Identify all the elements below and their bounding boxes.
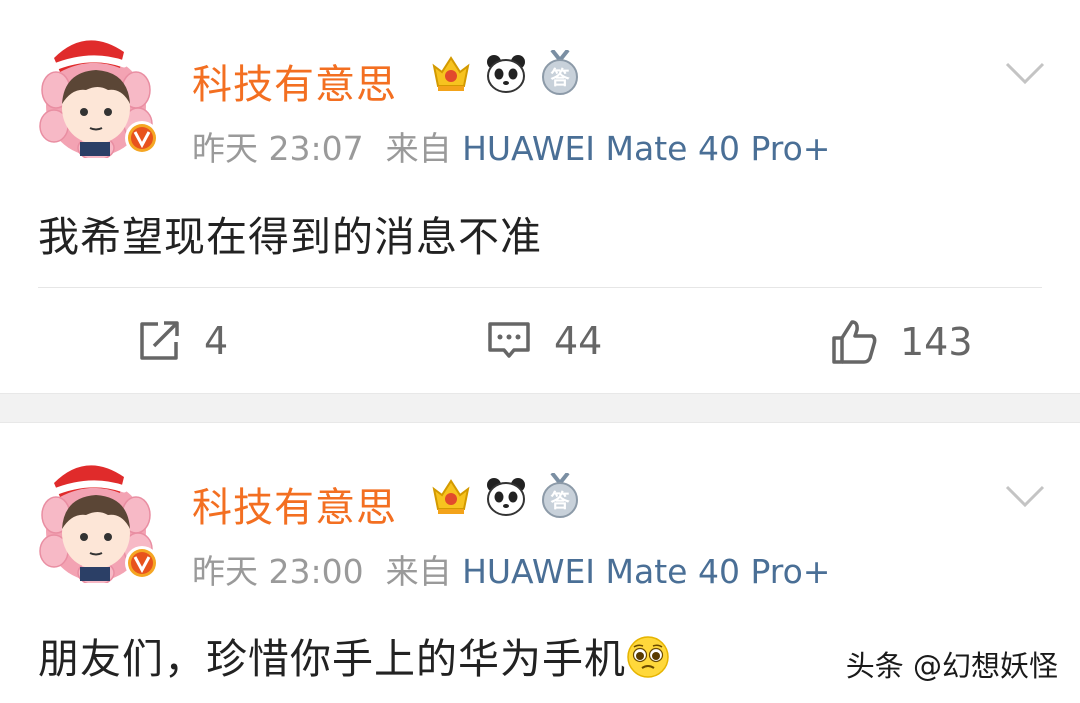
crown-badge-icon[interactable] (430, 52, 472, 94)
post-separator (0, 393, 1080, 423)
repost-count: 4 (204, 319, 229, 363)
repost-icon (140, 321, 179, 360)
thumbs-up-icon (832, 320, 877, 364)
pleading-face-emoji-icon (627, 636, 669, 678)
post-meta: 昨天 23:07 来自 HUAWEI Mate 40 Pro+ (192, 122, 830, 170)
user-badges: 答 (430, 50, 580, 96)
avatar[interactable] (36, 28, 162, 158)
post-actions: 4 44 143 (0, 318, 1080, 368)
from-label: 来自 (385, 552, 452, 591)
author-name[interactable]: 科技有意思 (192, 475, 397, 533)
comment-button[interactable]: 44 (486, 318, 602, 364)
post-text: 朋友们，珍惜你手上的华为手机 (38, 635, 626, 683)
comment-count: 44 (554, 319, 603, 363)
answer-badge-icon[interactable]: 答 (540, 50, 580, 96)
from-label: 来自 (385, 129, 452, 168)
panda-badge-icon[interactable] (484, 475, 528, 517)
post-source[interactable]: HUAWEI Mate 40 Pro+ (462, 552, 830, 591)
svg-text:答: 答 (550, 489, 570, 512)
post-time: 昨天 23:00 (192, 552, 364, 591)
repost-button[interactable]: 4 (136, 318, 228, 364)
post-source[interactable]: HUAWEI Mate 40 Pro+ (462, 129, 830, 168)
comment-icon (488, 322, 530, 358)
weibo-post[interactable]: 科技有意思 答 昨天 23:07 来自 HUAWEI Mate 40 Pro+ 我… (0, 0, 1080, 393)
avatar[interactable] (36, 453, 162, 583)
post-text[interactable]: 我希望现在得到的消息不准 (38, 203, 542, 263)
post-time: 昨天 23:07 (192, 129, 364, 168)
like-count: 143 (900, 320, 973, 364)
svg-text:答: 答 (550, 66, 570, 89)
post-meta: 昨天 23:00 来自 HUAWEI Mate 40 Pro+ (192, 545, 830, 593)
chevron-down-icon[interactable] (1004, 483, 1046, 509)
crown-badge-icon[interactable] (430, 475, 472, 517)
chevron-down-icon[interactable] (1004, 60, 1046, 86)
divider (38, 287, 1042, 288)
post-text-container[interactable]: 朋友们，珍惜你手上的华为手机 (38, 625, 670, 685)
answer-badge-icon[interactable]: 答 (540, 473, 580, 519)
panda-badge-icon[interactable] (484, 52, 528, 94)
user-badges: 答 (430, 473, 580, 519)
watermark: 头条 @幻想妖怪 (845, 649, 1058, 683)
like-button[interactable]: 143 (830, 318, 973, 366)
author-name[interactable]: 科技有意思 (192, 52, 397, 110)
